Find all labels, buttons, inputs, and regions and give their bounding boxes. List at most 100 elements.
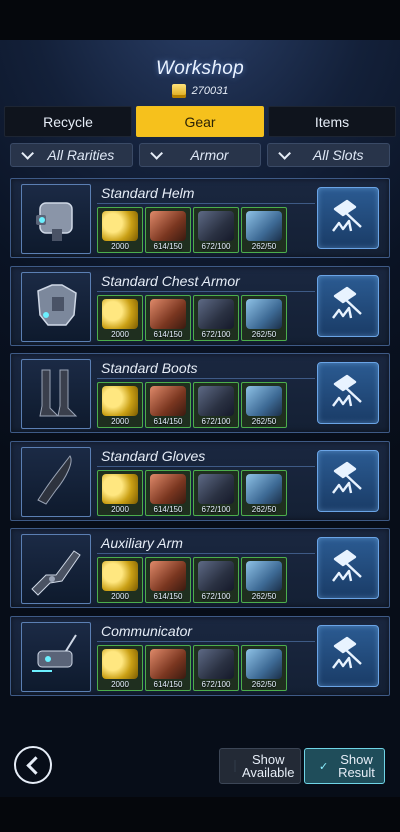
chest-armor-icon[interactable] <box>21 271 91 342</box>
material-quantity: 262/50 <box>251 592 277 601</box>
material-list: 2000 614/150 672/100 262/50 <box>97 469 287 516</box>
tab-gear[interactable]: Gear <box>136 106 264 137</box>
chevron-down-icon <box>149 146 163 160</box>
material-slot-iron[interactable]: 672/100 <box>193 644 239 691</box>
communicator-icon[interactable] <box>21 621 91 692</box>
crystal-icon <box>246 386 282 416</box>
craft-button[interactable] <box>317 362 379 424</box>
craft-button[interactable] <box>317 449 379 512</box>
show-result-line2: Result <box>338 765 375 780</box>
craft-button[interactable] <box>317 187 379 249</box>
material-quantity: 672/100 <box>201 417 231 426</box>
divider <box>97 465 315 467</box>
material-quantity: 672/100 <box>201 242 231 251</box>
recipe-row: Auxiliary Arm 2000 614/150 672/100 262/5… <box>10 528 390 608</box>
iron-icon <box>198 473 234 504</box>
copper-icon <box>150 211 186 241</box>
gear-name: Standard Gloves <box>101 447 206 464</box>
material-slot-crystal[interactable]: 262/50 <box>241 644 287 691</box>
material-slot-copper[interactable]: 614/150 <box>145 557 191 603</box>
material-slot-crystal[interactable]: 262/50 <box>241 469 287 516</box>
material-slot-coins[interactable]: 2000 <box>97 644 143 691</box>
unchecked-box-icon <box>234 760 236 772</box>
tab-items[interactable]: Items <box>268 106 396 137</box>
material-slot-iron[interactable]: 672/100 <box>193 557 239 603</box>
material-quantity: 614/150 <box>153 329 183 339</box>
hammer-icon <box>327 545 369 592</box>
hammer-icon <box>327 195 369 242</box>
material-list: 2000 614/150 672/100 262/50 <box>97 557 287 603</box>
material-quantity: 2000 <box>111 417 129 426</box>
material-list: 2000 614/150 672/100 262/50 <box>97 644 287 691</box>
recipe-list: Standard Helm 2000 614/150 672/100 262/5… <box>10 178 390 703</box>
show-available-toggle[interactable]: Show Available <box>219 748 301 784</box>
material-quantity: 2000 <box>111 504 129 514</box>
material-quantity: 2000 <box>111 679 129 689</box>
rarity-filter-dropdown[interactable]: All Rarities <box>10 143 133 167</box>
slot-filter-label: All Slots <box>312 147 364 163</box>
material-quantity: 614/150 <box>153 242 183 251</box>
back-button[interactable] <box>14 746 52 784</box>
material-slot-iron[interactable]: 672/100 <box>193 382 239 428</box>
material-quantity: 672/100 <box>201 329 231 339</box>
crystal-icon <box>246 211 282 241</box>
material-quantity: 672/100 <box>201 592 231 601</box>
material-slot-copper[interactable]: 614/150 <box>145 382 191 428</box>
copper-icon <box>150 561 186 591</box>
material-slot-iron[interactable]: 672/100 <box>193 294 239 341</box>
slot-filter-dropdown[interactable]: All Slots <box>267 143 391 167</box>
gear-name: Standard Helm <box>101 185 195 201</box>
material-slot-crystal[interactable]: 262/50 <box>241 557 287 603</box>
hammer-icon <box>327 370 369 417</box>
hammer-icon <box>327 632 369 679</box>
material-slot-crystal[interactable]: 262/50 <box>241 382 287 428</box>
material-slot-copper[interactable]: 614/150 <box>145 294 191 341</box>
copper-icon <box>150 386 186 416</box>
tab-recycle[interactable]: Recycle <box>4 106 132 137</box>
material-slot-crystal[interactable]: 262/50 <box>241 294 287 341</box>
material-quantity: 262/50 <box>251 504 277 514</box>
coins-icon <box>102 298 138 329</box>
material-slot-copper[interactable]: 614/150 <box>145 644 191 691</box>
material-slot-coins[interactable]: 2000 <box>97 207 143 253</box>
type-filter-dropdown[interactable]: Armor <box>138 143 262 167</box>
recipe-row: Standard Helm 2000 614/150 672/100 262/5… <box>10 178 390 258</box>
material-quantity: 614/150 <box>153 417 183 426</box>
craft-button[interactable] <box>317 624 379 687</box>
material-quantity: 262/50 <box>251 329 277 339</box>
arm-icon[interactable] <box>21 534 91 604</box>
status-bar-area <box>0 0 400 40</box>
chevron-down-icon <box>21 146 34 160</box>
material-slot-iron[interactable]: 672/100 <box>193 207 239 253</box>
craft-button[interactable] <box>317 274 379 337</box>
checkmark-icon: ✓ <box>319 761 329 773</box>
coins-icon <box>102 648 138 679</box>
gear-name: Communicator <box>101 622 193 639</box>
recipe-row: Standard Chest Armor 2000 614/150 672/10… <box>10 265 390 346</box>
material-slot-copper[interactable]: 614/150 <box>145 469 191 516</box>
hammer-icon <box>327 457 369 504</box>
divider <box>97 203 315 204</box>
iron-icon <box>198 386 234 416</box>
copper-icon <box>150 298 186 329</box>
material-slot-iron[interactable]: 672/100 <box>193 469 239 516</box>
craft-button[interactable] <box>317 537 379 599</box>
material-slot-crystal[interactable]: 262/50 <box>241 207 287 253</box>
hammer-icon <box>327 282 369 329</box>
show-result-toggle[interactable]: ✓ Show Result <box>304 748 385 784</box>
material-slot-coins[interactable]: 2000 <box>97 469 143 516</box>
material-slot-copper[interactable]: 614/150 <box>145 207 191 253</box>
glove-icon[interactable] <box>21 446 91 517</box>
material-slot-coins[interactable]: 2000 <box>97 557 143 603</box>
recipe-row: Standard Gloves 2000 614/150 672/100 262… <box>10 440 390 521</box>
coins-icon <box>102 561 138 591</box>
helm-icon[interactable] <box>21 184 91 254</box>
material-slot-coins[interactable]: 2000 <box>97 294 143 341</box>
material-list: 2000 614/150 672/100 262/50 <box>97 382 287 428</box>
divider <box>97 290 315 292</box>
material-quantity: 262/50 <box>251 679 277 689</box>
type-filter-label: Armor <box>190 147 229 163</box>
material-slot-coins[interactable]: 2000 <box>97 382 143 428</box>
boots-icon[interactable] <box>21 359 91 429</box>
back-arrow-icon <box>25 755 45 775</box>
